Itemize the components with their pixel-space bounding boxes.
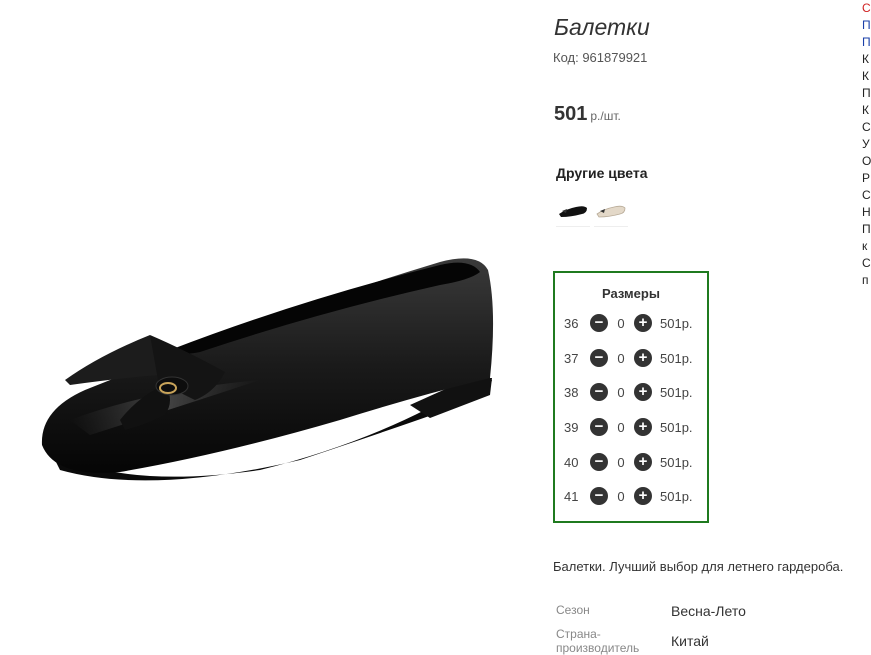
plus-icon[interactable]: + xyxy=(634,453,652,471)
size-price: 501р. xyxy=(660,488,693,504)
size-label: 38 xyxy=(564,384,579,400)
size-label: 36 xyxy=(564,315,579,331)
size-label: 39 xyxy=(564,419,579,435)
plus-icon[interactable]: + xyxy=(634,487,652,505)
product-description: Балетки. Лучший выбор для летнего гардер… xyxy=(553,559,844,574)
product-title: Балетки xyxy=(554,14,650,40)
spec-value-country: Китай xyxy=(671,633,709,649)
quantity-value: 0 xyxy=(617,350,625,366)
spec-label-country: Страна- производитель xyxy=(556,627,640,655)
quantity-value: 0 xyxy=(617,454,625,470)
quantity-value: 0 xyxy=(617,384,625,400)
sidebar-link[interactable]: Р xyxy=(862,170,871,187)
size-row: 41 − 0 + 501р. xyxy=(564,486,693,506)
sidebar-link[interactable]: К xyxy=(862,51,871,68)
sidebar-link[interactable]: К xyxy=(862,102,871,119)
black-flat-thumbnail[interactable] xyxy=(556,196,590,227)
minus-icon[interactable]: − xyxy=(590,383,608,401)
size-price: 501р. xyxy=(660,419,693,435)
size-price: 501р. xyxy=(660,384,693,400)
price-unit: р./шт. xyxy=(590,109,621,123)
size-row: 38 − 0 + 501р. xyxy=(564,382,693,402)
spec-value-season: Весна-Лето xyxy=(671,603,746,619)
quantity-value: 0 xyxy=(617,488,625,504)
other-colors-heading: Другие цвета xyxy=(556,165,648,181)
sidebar-link[interactable]: П xyxy=(862,221,871,238)
plus-icon[interactable]: + xyxy=(634,314,652,332)
spec-label-season: Сезон xyxy=(556,603,590,617)
sidebar-link[interactable]: С xyxy=(862,255,871,272)
price-value: 501 xyxy=(554,103,588,125)
sidebar-link[interactable]: С xyxy=(862,187,871,204)
product-photo xyxy=(41,258,494,481)
plus-icon[interactable]: + xyxy=(634,383,652,401)
sidebar-link[interactable]: С xyxy=(862,119,871,136)
product-code: Код: 961879921 xyxy=(553,50,648,65)
sidebar-link[interactable]: К xyxy=(862,68,871,85)
quantity-value: 0 xyxy=(617,419,625,435)
sidebar-link[interactable]: П xyxy=(862,85,871,102)
sidebar-link[interactable]: О xyxy=(862,153,871,170)
sizes-heading: Размеры xyxy=(602,286,660,301)
size-row: 36 − 0 + 501р. xyxy=(564,313,693,333)
sidebar-category-links: С П П К К П К С У О Р С Н П к С п xyxy=(862,0,871,289)
size-row: 40 − 0 + 501р. xyxy=(564,452,693,472)
minus-icon[interactable]: − xyxy=(590,314,608,332)
sidebar-link[interactable]: к xyxy=(862,238,871,255)
sidebar-link[interactable]: Н xyxy=(862,204,871,221)
size-row: 37 − 0 + 501р. xyxy=(564,348,693,368)
sidebar-link[interactable]: П xyxy=(862,34,871,51)
size-price: 501р. xyxy=(660,350,693,366)
size-price: 501р. xyxy=(660,454,693,470)
other-colors-list xyxy=(556,196,628,227)
sizes-box: Размеры 36 − 0 + 501р. 37 − 0 + 501р. 38… xyxy=(553,271,709,523)
size-price: 501р. xyxy=(660,315,693,331)
product-price: 501 р./шт. xyxy=(554,103,621,126)
sidebar-link[interactable]: П xyxy=(862,17,871,34)
quantity-value: 0 xyxy=(617,315,625,331)
minus-icon[interactable]: − xyxy=(590,453,608,471)
minus-icon[interactable]: − xyxy=(590,349,608,367)
size-label: 37 xyxy=(564,350,579,366)
plus-icon[interactable]: + xyxy=(634,418,652,436)
minus-icon[interactable]: − xyxy=(590,418,608,436)
size-label: 40 xyxy=(564,454,579,470)
minus-icon[interactable]: − xyxy=(590,487,608,505)
plus-icon[interactable]: + xyxy=(634,349,652,367)
sidebar-link[interactable]: п xyxy=(862,272,871,289)
sidebar-link[interactable]: С xyxy=(862,0,871,17)
size-row: 39 − 0 + 501р. xyxy=(564,417,693,437)
sidebar-link[interactable]: У xyxy=(862,136,871,153)
beige-flat-thumbnail[interactable] xyxy=(594,196,628,227)
size-label: 41 xyxy=(564,488,579,504)
